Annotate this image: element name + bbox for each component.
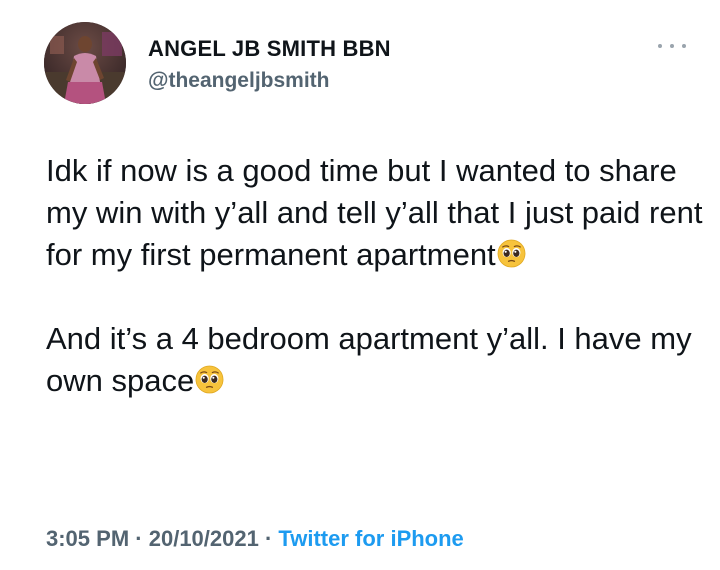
- tweet-card: ANGEL JB SMITH BBN @theangeljbsmith Idk …: [0, 0, 720, 570]
- more-options-icon[interactable]: [658, 40, 686, 52]
- dot: [682, 44, 686, 48]
- tweet-time[interactable]: 3:05 PM: [46, 526, 129, 551]
- avatar[interactable]: [44, 22, 126, 104]
- profile-photo-icon: [44, 22, 126, 104]
- pleading-face-icon: [497, 239, 526, 268]
- tweet-source-link[interactable]: Twitter for iPhone: [278, 526, 463, 551]
- pleading-face-icon: [195, 365, 224, 394]
- tweet-meta: 3:05 PM · 20/10/2021 · Twitter for iPhon…: [46, 526, 464, 552]
- dot: [670, 44, 674, 48]
- tweet-date[interactable]: 20/10/2021: [149, 526, 259, 551]
- paragraph-text: Idk if now is a good time but I wanted t…: [46, 153, 703, 272]
- author-handle[interactable]: @theangeljbsmith: [148, 69, 330, 93]
- tweet-paragraph-2: And it’s a 4 bedroom apartment y’all. I …: [46, 318, 706, 402]
- meta-separator: ·: [264, 526, 273, 551]
- meta-separator: ·: [135, 526, 143, 551]
- dot: [658, 44, 662, 48]
- author-display-name[interactable]: ANGEL JB SMITH BBN: [148, 36, 391, 62]
- tweet-paragraph-1: Idk if now is a good time but I wanted t…: [46, 150, 706, 276]
- tweet-text: Idk if now is a good time but I wanted t…: [46, 150, 706, 402]
- paragraph-text: And it’s a 4 bedroom apartment y’all. I …: [46, 321, 692, 398]
